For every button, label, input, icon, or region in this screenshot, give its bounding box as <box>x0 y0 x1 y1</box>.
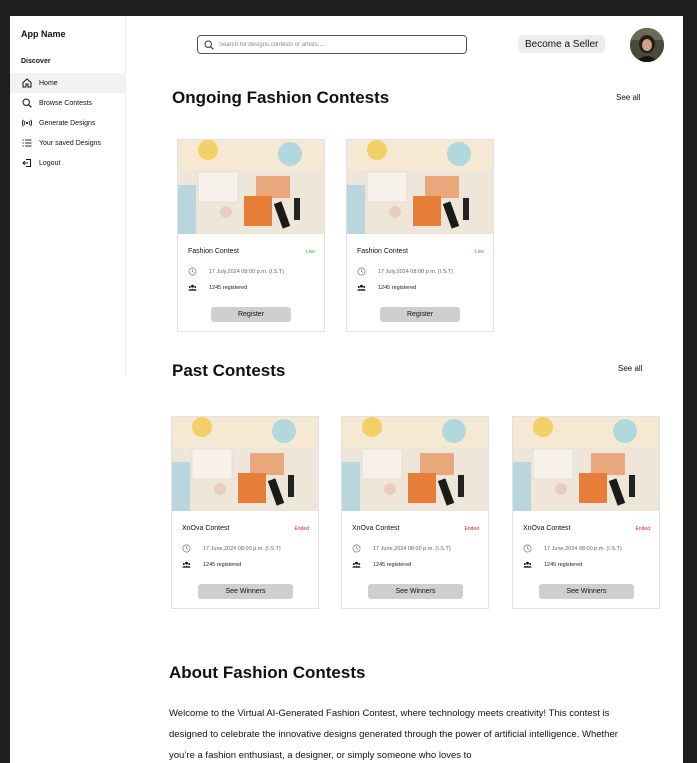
sidebar-nav: Home Browse Contests Generate Designs Yo… <box>10 73 126 173</box>
registered-text: 1245 registered <box>373 561 412 568</box>
group-icon <box>188 284 197 291</box>
logout-icon <box>21 158 32 169</box>
contest-registered: 1245 registered <box>352 560 411 569</box>
contest-date: 17 July,2024 08:00 p.m. (I.S.T) <box>188 267 284 276</box>
ongoing-section-title: Ongoing Fashion Contests <box>172 88 390 107</box>
contest-date: 17 July,2024 08:00 p.m. (I.S.T) <box>357 267 453 276</box>
contest-date: 17 June,2024 08:00 p.m. (I.S.T) <box>523 544 622 553</box>
about-section-title: About Fashion Contests <box>169 663 366 682</box>
register-button[interactable]: Register <box>380 307 460 322</box>
contest-registered: 1245 registered <box>188 283 247 292</box>
contest-card[interactable]: Fashion Contest Live 17 July,2024 08:00 … <box>346 139 494 332</box>
register-button[interactable]: Register <box>211 307 291 322</box>
search-icon <box>21 98 32 109</box>
avatar[interactable] <box>630 28 664 62</box>
date-text: 17 July,2024 08:00 p.m. (I.S.T) <box>209 268 285 275</box>
date-text: 17 June,2024 08:00 p.m. (I.S.T) <box>373 545 451 552</box>
clock-icon <box>182 544 191 553</box>
card-title-row: XnOva Contest Ended <box>352 525 479 532</box>
registered-text: 1245 registered <box>203 561 242 568</box>
past-section-title: Past Contests <box>172 361 286 380</box>
see-winners-button[interactable]: See Winners <box>539 584 634 599</box>
clock-icon <box>352 544 361 553</box>
status-badge: Ended <box>464 525 479 532</box>
status-badge: Ended <box>635 525 650 532</box>
contest-registered: 1245 registered <box>182 560 241 569</box>
see-winners-button[interactable]: See Winners <box>368 584 463 599</box>
contest-title: Fashion Contest <box>188 248 239 255</box>
sidebar-item-label: Your saved Designs <box>39 139 102 147</box>
sidebar-item-label: Browse Contests <box>39 99 92 107</box>
clock-icon <box>523 544 532 553</box>
sidebar-item-label: Home <box>39 79 58 87</box>
status-badge: Live <box>474 248 484 255</box>
date-text: 17 July,2024 08:00 p.m. (I.S.T) <box>378 268 454 275</box>
contest-card[interactable]: Fashion Contest Live 17 July,2024 08:00 … <box>177 139 325 332</box>
date-text: 17 June,2024 08:00 p.m. (I.S.T) <box>203 545 281 552</box>
contest-image <box>513 417 659 511</box>
contest-image <box>347 140 493 234</box>
contest-date: 17 June,2024 08:00 p.m. (I.S.T) <box>182 544 281 553</box>
contest-card[interactable]: XnOva Contest Ended 17 June,2024 08:00 p… <box>512 416 660 609</box>
sidebar-item-browse-contests[interactable]: Browse Contests <box>10 93 126 113</box>
registered-text: 1245 registered <box>544 561 583 568</box>
group-icon <box>182 561 191 568</box>
app-name: App Name <box>21 29 66 39</box>
sidebar-item-home[interactable]: Home <box>10 73 126 93</box>
contest-registered: 1245 registered <box>523 560 582 569</box>
past-see-all-link[interactable]: See all <box>618 364 642 373</box>
sidebar-item-label: Generate Designs <box>39 119 96 127</box>
broadcast-icon <box>21 118 32 129</box>
contest-title: XnOva Contest <box>523 525 571 532</box>
status-badge: Live <box>305 248 315 255</box>
sidebar-item-generate-designs[interactable]: Generate Designs <box>10 113 126 133</box>
group-icon <box>352 561 361 568</box>
card-title-row: XnOva Contest Ended <box>523 525 650 532</box>
contest-registered: 1245 registered <box>357 283 416 292</box>
search-bar[interactable] <box>197 35 467 54</box>
contest-date: 17 June,2024 08:00 p.m. (I.S.T) <box>352 544 451 553</box>
about-paragraph: Welcome to the Virtual AI-Generated Fash… <box>169 708 618 761</box>
status-badge: Ended <box>294 525 309 532</box>
group-icon <box>523 561 532 568</box>
card-title-row: Fashion Contest Live <box>357 248 484 255</box>
sidebar-item-saved-designs[interactable]: Your saved Designs <box>10 133 126 153</box>
contest-title: XnOva Contest <box>352 525 400 532</box>
card-title-row: Fashion Contest Live <box>188 248 315 255</box>
contest-card[interactable]: XnOva Contest Ended 17 June,2024 08:00 p… <box>171 416 319 609</box>
clock-icon <box>188 267 197 276</box>
sidebar-item-label: Logout <box>39 159 61 167</box>
sidebar: App Name Discover Home Browse Contests G… <box>10 16 126 376</box>
contest-title: XnOva Contest <box>182 525 230 532</box>
contest-image <box>342 417 488 511</box>
search-input[interactable] <box>219 41 449 48</box>
contest-title: Fashion Contest <box>357 248 408 255</box>
list-icon <box>21 138 32 149</box>
card-title-row: XnOva Contest Ended <box>182 525 309 532</box>
date-text: 17 June,2024 08:00 p.m. (I.S.T) <box>544 545 622 552</box>
search-icon <box>204 39 214 50</box>
become-seller-button[interactable]: Become a Seller <box>518 35 606 53</box>
sidebar-item-logout[interactable]: Logout <box>10 153 126 173</box>
clock-icon <box>357 267 366 276</box>
group-icon <box>357 284 366 291</box>
contest-card[interactable]: XnOva Contest Ended 17 June,2024 08:00 p… <box>341 416 489 609</box>
user-avatar-icon <box>630 28 664 62</box>
see-winners-button[interactable]: See Winners <box>198 584 293 599</box>
contest-image <box>172 417 318 511</box>
sidebar-section-label: Discover <box>21 58 51 65</box>
registered-text: 1245 registered <box>378 284 417 291</box>
ongoing-see-all-link[interactable]: See all <box>616 93 640 102</box>
contest-image <box>178 140 324 234</box>
app-frame: App Name Discover Home Browse Contests G… <box>10 16 683 763</box>
home-icon <box>21 78 32 89</box>
registered-text: 1245 registered <box>209 284 248 291</box>
